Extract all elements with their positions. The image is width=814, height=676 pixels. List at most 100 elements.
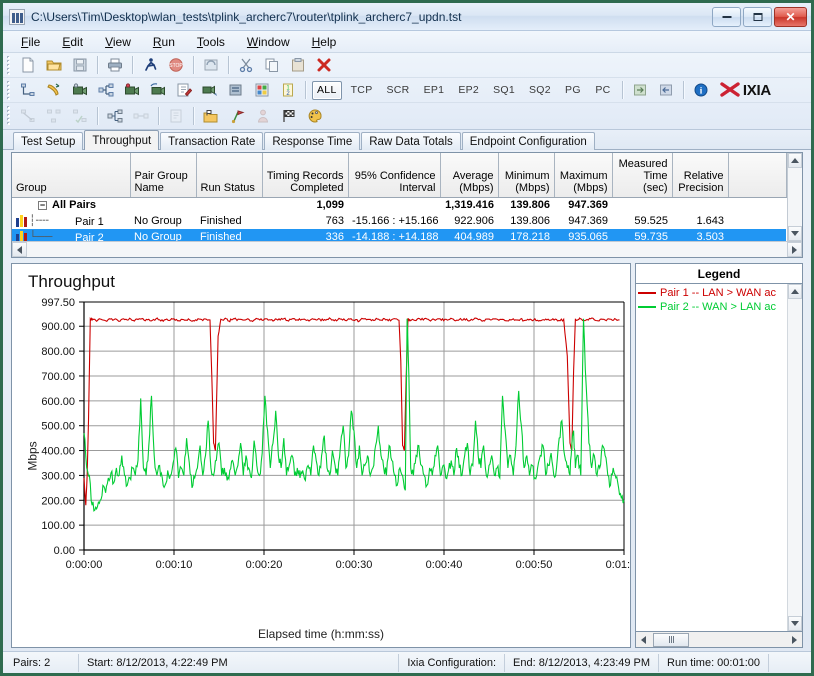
filter-button-pc[interactable]: PC (590, 81, 616, 100)
column-header-run-status[interactable]: Run Status (196, 153, 263, 198)
save-icon[interactable] (68, 54, 92, 76)
minimize-button[interactable] (712, 6, 741, 27)
toolbar-grip[interactable] (6, 106, 12, 125)
filter-button-tcp[interactable]: TCP (346, 81, 378, 100)
scroll-left-button[interactable] (12, 242, 27, 257)
menu-item-help[interactable]: Help (302, 32, 347, 52)
filter-button-sq2[interactable]: SQ2 (524, 81, 556, 100)
stop-icon[interactable]: STOP (164, 54, 188, 76)
clone-pair-icon[interactable] (198, 79, 222, 101)
table-vertical-scrollbar[interactable] (786, 153, 802, 241)
table-row[interactable]: − All Pairs 1,099 1,319.416 139.806 947.369 (12, 197, 786, 213)
scroll-track[interactable] (689, 632, 787, 647)
info-icon[interactable]: i (689, 79, 713, 101)
flag-folder-icon[interactable] (199, 105, 223, 127)
validate-icon[interactable] (16, 105, 40, 127)
menu-item-window[interactable]: Window (237, 32, 300, 52)
maximize-button[interactable] (743, 6, 772, 27)
new-icon[interactable] (16, 54, 40, 76)
validate-all-icon[interactable] (42, 105, 66, 127)
open-icon[interactable] (42, 54, 66, 76)
add-video-multicast-icon[interactable] (120, 79, 144, 101)
toolbar-grip[interactable] (6, 80, 12, 100)
export-icon[interactable] (628, 79, 652, 101)
menu-item-tools[interactable]: Tools (187, 32, 235, 52)
tree-view-icon[interactable] (103, 105, 127, 127)
scroll-down-button[interactable] (788, 616, 802, 631)
column-header-average-mbps[interactable]: Average (Mbps) (440, 153, 499, 198)
scroll-right-button[interactable] (787, 242, 802, 257)
tab-response-time[interactable]: Response Time (264, 132, 361, 150)
scroll-track[interactable] (787, 168, 802, 226)
tab-endpoint-configuration[interactable]: Endpoint Configuration (461, 132, 595, 150)
validate-selected-icon[interactable] (68, 105, 92, 127)
filter-button-ep1[interactable]: EP1 (419, 81, 450, 100)
menu-item-file[interactable]: File (11, 32, 50, 52)
toolbar-grip[interactable] (6, 55, 12, 75)
legend-horizontal-scrollbar[interactable] (635, 632, 803, 648)
checker-flag-icon[interactable] (277, 105, 301, 127)
menu-item-edit[interactable]: Edit (52, 32, 93, 52)
scroll-up-button[interactable] (787, 153, 802, 168)
menu-item-view[interactable]: View (95, 32, 141, 52)
add-hardware-pair-icon[interactable] (146, 79, 170, 101)
pair-group-icon[interactable] (250, 79, 274, 101)
copy-icon[interactable] (260, 54, 284, 76)
edit-pair-icon[interactable] (172, 79, 196, 101)
scroll-right-button[interactable] (787, 632, 802, 647)
column-header-maximum-mbps[interactable]: Maximum (Mbps) (554, 153, 613, 198)
filter-button-pg[interactable]: PG (560, 81, 586, 100)
column-header-group[interactable]: Group (12, 153, 131, 198)
refresh-icon[interactable] (199, 54, 223, 76)
tree-collapse-toggle[interactable]: − (38, 201, 47, 211)
scroll-track[interactable] (788, 299, 802, 616)
tab-test-setup[interactable]: Test Setup (13, 132, 84, 150)
tab-raw-data-totals[interactable]: Raw Data Totals (361, 132, 461, 150)
flag-pin-icon[interactable] (225, 105, 249, 127)
cut-icon[interactable] (234, 54, 258, 76)
run-icon[interactable] (138, 54, 162, 76)
filter-button-scr[interactable]: SCR (382, 81, 415, 100)
ordinal-icon[interactable]: 12 (276, 79, 300, 101)
swap-endpoints-icon[interactable] (224, 79, 248, 101)
add-multicast-pair-icon[interactable] (94, 79, 118, 101)
flag-person-icon[interactable] (251, 105, 275, 127)
title-bar: C:\Users\Tim\Desktop\wlan_tests\tplink_a… (3, 3, 811, 31)
scroll-down-button[interactable] (787, 226, 802, 241)
report-icon[interactable] (164, 105, 188, 127)
paste-icon[interactable] (286, 54, 310, 76)
column-header-blank[interactable] (728, 153, 787, 198)
tab-throughput[interactable]: Throughput (84, 130, 160, 150)
filter-button-sq1[interactable]: SQ1 (488, 81, 520, 100)
legend-item[interactable]: Pair 1 -- LAN > WAN ac (638, 286, 787, 300)
column-header-pair-group-name[interactable]: Pair Group Name (130, 153, 197, 198)
column-header-measured-time-sec[interactable]: Measured Time (sec) (612, 153, 673, 198)
print-icon[interactable] (103, 54, 127, 76)
column-header-relative-precision[interactable]: Relative Precision (672, 153, 729, 198)
legend-vertical-scrollbar[interactable] (787, 284, 802, 631)
tree-collapse-icon[interactable] (129, 105, 153, 127)
filter-button-ep2[interactable]: EP2 (453, 81, 484, 100)
add-pair-icon[interactable] (16, 79, 40, 101)
scroll-thumb[interactable] (653, 632, 689, 647)
table-row[interactable]: └── Pair 2 No Group Finished 336 -14.188 : +1… (12, 229, 787, 241)
chart-title: Throughput (28, 272, 115, 291)
scroll-left-button[interactable] (636, 632, 651, 647)
delete-icon[interactable] (312, 54, 336, 76)
menu-item-run[interactable]: Run (143, 32, 185, 52)
legend-item[interactable]: Pair 2 -- WAN > LAN ac (638, 300, 787, 314)
column-header-timing-records-completed[interactable]: Timing Records Completed (262, 153, 349, 198)
filter-button-all[interactable]: ALL (312, 80, 342, 100)
import-icon[interactable] (654, 79, 678, 101)
column-header-minimum-mbps[interactable]: Minimum (Mbps) (498, 153, 555, 198)
add-voip-pair-icon[interactable] (42, 79, 66, 101)
table-horizontal-scrollbar[interactable] (12, 241, 802, 257)
tab-transaction-rate[interactable]: Transaction Rate (160, 132, 264, 150)
scroll-up-button[interactable] (788, 284, 802, 299)
add-video-pair-icon[interactable] (68, 79, 92, 101)
table-row[interactable]: ┆╌╌ Pair 1 No Group Finished 763 -15.166 : +1… (12, 213, 786, 229)
palette-flag-icon[interactable] (303, 105, 327, 127)
close-button[interactable]: ✕ (774, 6, 807, 27)
column-header-95-confidence-interval[interactable]: 95% Confidence Interval (348, 153, 441, 198)
scroll-track[interactable] (27, 242, 787, 257)
